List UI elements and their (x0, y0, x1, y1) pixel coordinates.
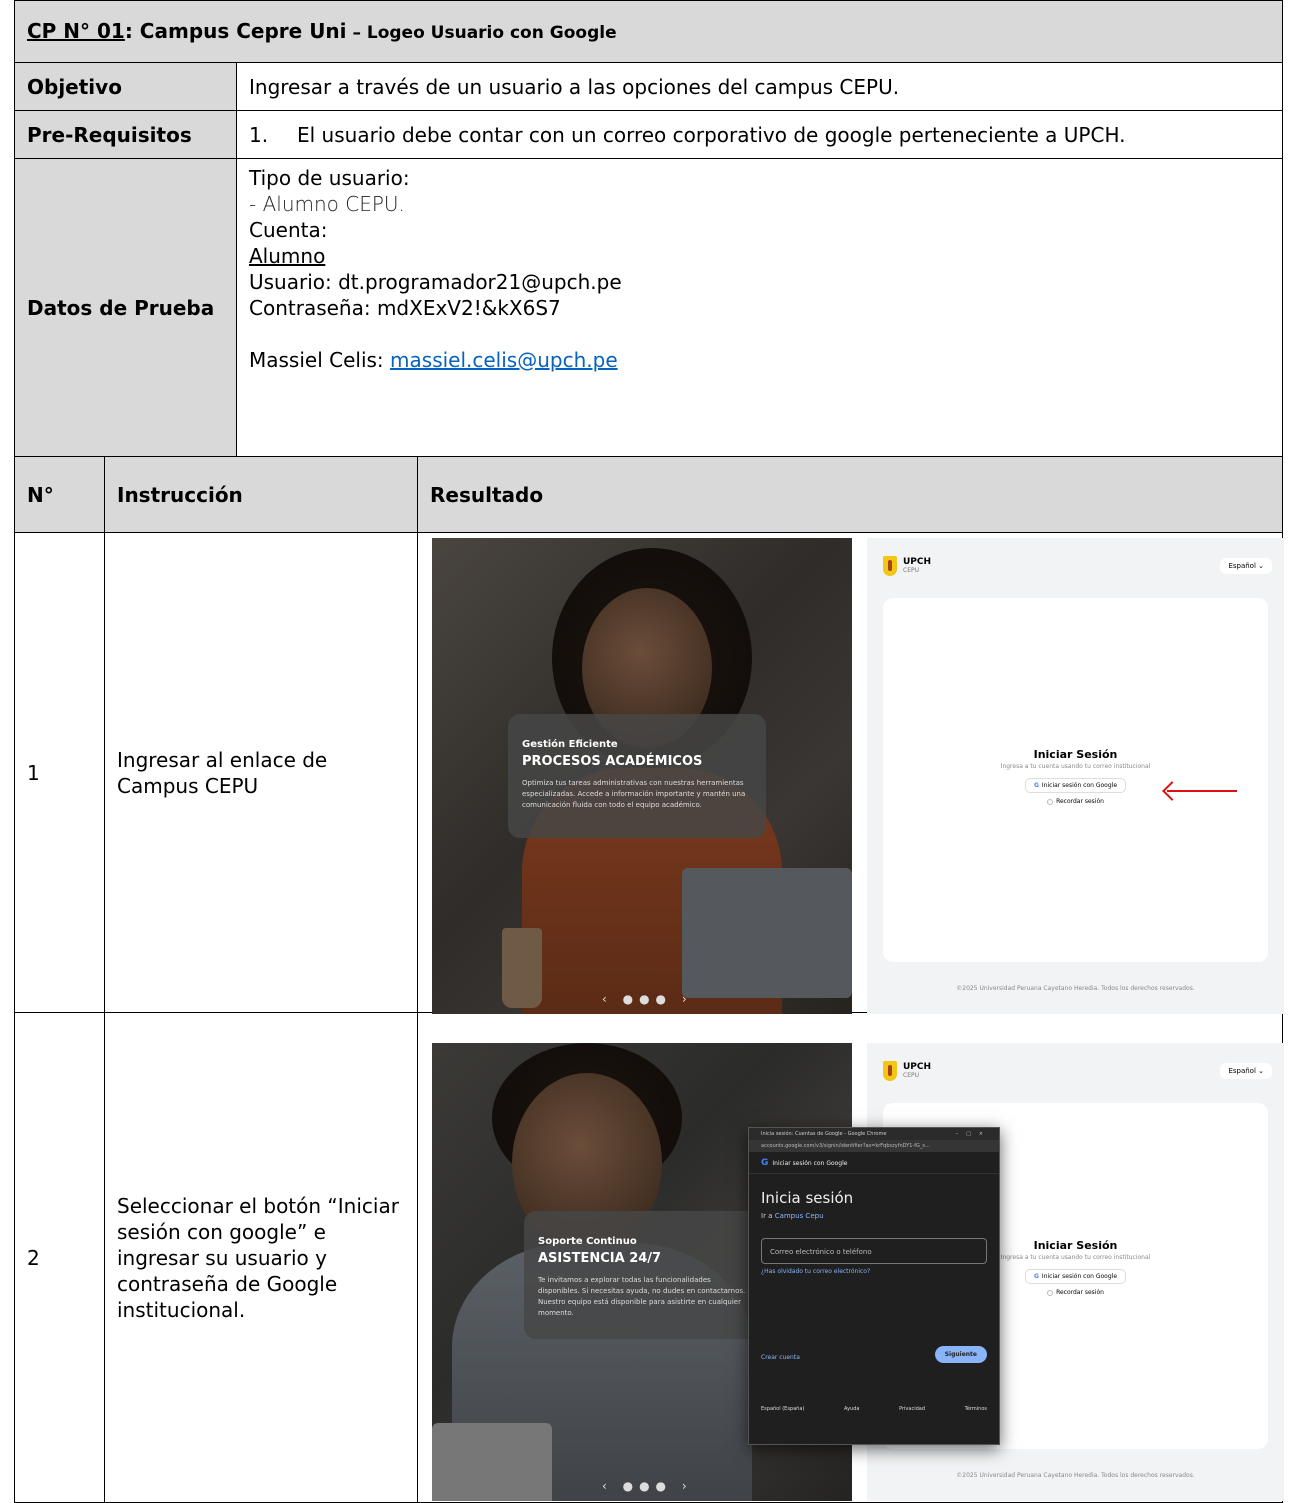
objetivo-value: Ingresar a través de un usuario a las op… (235, 62, 1284, 111)
popup-footer: Español (España) Ayuda Privacidad Términ… (761, 1406, 987, 1412)
login-footer: ©2025 Universidad Peruana Cayetano Hered… (956, 1472, 1195, 1479)
prerequisitos-label: Pre-Requisitos (14, 110, 237, 159)
feature-card: Gestión Eficiente PROCESOS ACADÉMICOS Op… (508, 714, 766, 838)
step-1-num: 1 (14, 532, 105, 1013)
radio-icon (1047, 1289, 1054, 1296)
prerequisito-number: 1. (249, 122, 269, 147)
feature-card: Soporte Continuo ASISTENCIA 24/7 Te invi… (524, 1211, 764, 1339)
cuenta-value: Alumno (249, 244, 326, 268)
hero-photo: Gestión Eficiente PROCESOS ACADÉMICOS Op… (432, 538, 852, 1014)
remember-session[interactable]: Recordar sesión (883, 798, 1268, 805)
shield-icon (883, 1061, 897, 1081)
column-instruccion: Instrucción (104, 456, 418, 533)
card-title: PROCESOS ACADÉMICOS (522, 754, 703, 769)
contacto-email-link[interactable]: massiel.celis@upch.pe (390, 348, 618, 372)
title-main: : Campus Cepre Uni (124, 18, 347, 43)
radio-icon (1047, 798, 1054, 805)
google-icon: G (761, 1158, 769, 1168)
help-link[interactable]: Ayuda (844, 1406, 859, 1412)
prerequisito-text: El usuario debe contar con un correo cor… (297, 122, 1126, 147)
card-kicker: Gestión Eficiente (522, 739, 618, 750)
datos-label: Datos de Prueba (14, 158, 237, 457)
google-signin-popup: Inicia sesión: Cuentas de Google - Googl… (748, 1127, 1000, 1445)
usuario-line: Usuario: dt.programador21@upch.pe (249, 270, 622, 294)
screenshot-step-1: Gestión Eficiente PROCESOS ACADÉMICOS Op… (432, 538, 1284, 1014)
popup-header: G Iniciar sesión con Google (749, 1152, 999, 1174)
popup-body: Inicia sesión Ir a Campus Cepu Correo el… (749, 1174, 999, 1422)
popup-titlebar: Inicia sesión: Cuentas de Google - Googl… (749, 1128, 999, 1140)
forgot-email-link[interactable]: ¿Has olvidado tu correo electrónico? (761, 1268, 987, 1275)
terms-link[interactable]: Términos (965, 1406, 987, 1412)
privacy-link[interactable]: Privacidad (899, 1406, 925, 1412)
column-num: N° (14, 456, 105, 533)
signin-subtitle: Ingresa a tu cuenta usando tu correo ins… (1000, 763, 1151, 770)
column-resultado: Resultado (416, 456, 1284, 533)
card-text: Te invitamos a explorar todas las funcio… (538, 1276, 746, 1317)
google-icon: G (1033, 782, 1039, 789)
popup-url-bar: accounts.google.com/v3/signin/identifier… (749, 1140, 999, 1152)
step-2-instruccion: Seleccionar el botón “Iniciar sesión con… (104, 1012, 418, 1503)
email-input[interactable]: Correo electrónico o teléfono (761, 1238, 987, 1264)
window-controls[interactable]: –□× (956, 1128, 991, 1140)
test-case-title: CP N° 01: Campus Cepre Uni – Logeo Usuar… (13, 0, 1284, 63)
login-footer: ©2025 Universidad Peruana Cayetano Hered… (956, 985, 1195, 992)
signin-title: Iniciar Sesión (1033, 748, 1118, 761)
carousel-controls[interactable]: ‹ ●●● › (602, 992, 693, 1006)
shield-icon (883, 556, 897, 576)
objetivo-label: Objetivo (14, 62, 237, 111)
step-2-num: 2 (14, 1012, 105, 1503)
google-icon: G (1033, 1273, 1039, 1280)
card-kicker: Soporte Continuo (538, 1236, 637, 1247)
card-title: ASISTENCIA 24/7 (538, 1251, 662, 1266)
test-case-document: CP N° 01: Campus Cepre Uni – Logeo Usuar… (13, 0, 1286, 1503)
prerequisitos-value: 1. El usuario debe contar con un correo c… (235, 110, 1284, 159)
create-account-link[interactable]: Crear cuenta (761, 1354, 800, 1361)
popup-title: Inicia sesión (761, 1189, 854, 1207)
cuenta-label: Cuenta: (249, 218, 328, 242)
red-arrow-annotation (1167, 790, 1237, 792)
signin-block: Iniciar Sesión Ingresa a tu cuenta usand… (883, 748, 1268, 805)
tipo-value: - Alumno CEPU. (249, 192, 405, 216)
card-text: Optimiza tus tareas administrativas con … (522, 779, 746, 809)
datos-value: Tipo de usuario: - Alumno CEPU. Cuenta: … (235, 158, 1284, 457)
campus-cepu-link[interactable]: Campus Cepu (775, 1212, 824, 1220)
title-subtitle: – Logeo Usuario con Google (346, 22, 617, 43)
language-select[interactable]: Español ⌄ (1220, 1063, 1272, 1079)
next-button[interactable]: Siguiente (934, 1346, 987, 1363)
language-select[interactable]: Español ⌄ (1220, 558, 1272, 574)
google-signin-button[interactable]: G Iniciar sesión con Google (1024, 1269, 1127, 1284)
popup-language[interactable]: Español (España) (761, 1406, 804, 1412)
step-1-instruccion: Ingresar al enlace de Campus CEPU (104, 532, 418, 1013)
contacto-line: Massiel Celis: massiel.celis@upch.pe (249, 347, 1270, 373)
login-panel: Iniciar Sesión Ingresa a tu cuenta usand… (883, 598, 1268, 962)
popup-destination: Ir a Campus Cepu (761, 1212, 824, 1220)
tipo-label: Tipo de usuario: (249, 166, 410, 190)
contrasena-line: Contraseña: mdXExV2!&kX6S7 (249, 296, 561, 320)
contacto-label: Massiel Celis: (249, 348, 391, 372)
carousel-controls[interactable]: ‹ ●●● › (602, 1479, 693, 1493)
test-case-id: CP N° 01 (27, 18, 125, 43)
google-signin-button[interactable]: G Iniciar sesión con Google (1024, 778, 1127, 793)
upch-logo: UPCH CEPU (883, 1061, 931, 1081)
login-side: UPCH CEPU Español ⌄ Iniciar Sesión Ingre… (867, 538, 1284, 1014)
screenshot-step-2: Soporte Continuo ASISTENCIA 24/7 Te invi… (432, 1043, 1284, 1501)
upch-logo: UPCH CEPU (883, 556, 931, 576)
